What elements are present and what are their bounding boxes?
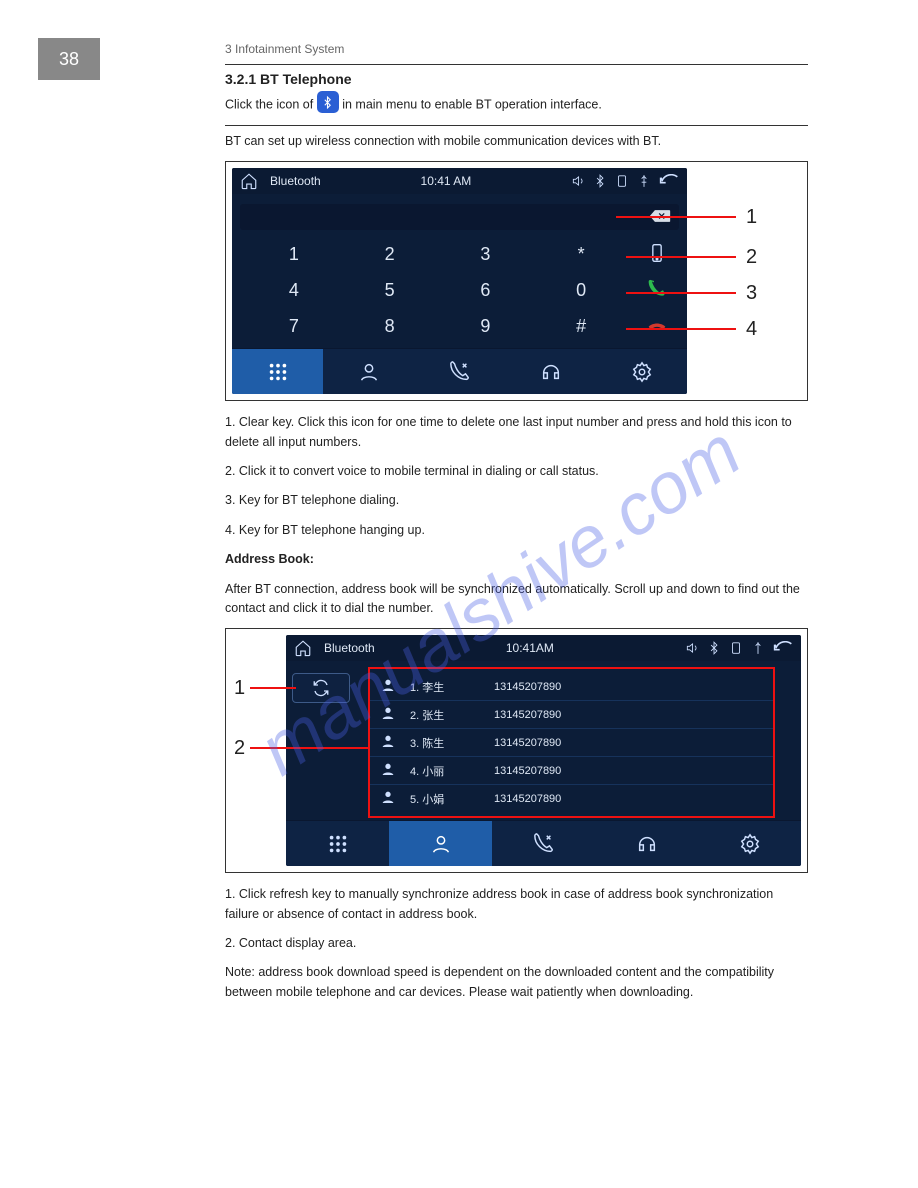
key-2[interactable]: 2 [385, 244, 395, 265]
nav-contacts[interactable] [389, 821, 492, 866]
key-5[interactable]: 5 [385, 280, 395, 301]
key-6[interactable]: 6 [480, 280, 490, 301]
nav-settings[interactable] [596, 349, 687, 394]
person-icon [380, 761, 396, 780]
key-0[interactable]: 0 [576, 280, 586, 301]
bottom-nav [286, 820, 801, 866]
contact-row[interactable]: 2. 张生 13145207890 [370, 701, 773, 729]
contact-number: 13145207890 [494, 765, 561, 777]
callout-label-2: 2 [234, 737, 245, 760]
bluetooth-icon [317, 91, 339, 113]
callout-label-3: 3 [746, 282, 757, 305]
page-number-badge: 38 [38, 38, 100, 80]
nav-call-log[interactable] [414, 349, 505, 394]
key-8[interactable]: 8 [385, 316, 395, 337]
person-icon [380, 705, 396, 724]
fig1-legend-3: 3. Key for BT telephone dialing. [225, 491, 808, 510]
address-book-para: After BT connection, address book will b… [225, 580, 808, 619]
key-4[interactable]: 4 [289, 280, 299, 301]
key-7[interactable]: 7 [289, 316, 299, 337]
device-screen-contacts: Bluetooth 10:41AM [286, 635, 801, 866]
callout-label-1: 1 [234, 677, 245, 700]
divider [225, 64, 808, 65]
callout-line [250, 687, 296, 689]
status-time: 10:41 AM [421, 174, 472, 188]
status-bar: Bluetooth 10:41AM [286, 635, 801, 661]
back-icon[interactable] [659, 174, 679, 188]
callout-line [250, 747, 370, 749]
phone-device-icon[interactable] [647, 243, 667, 266]
number-display [240, 204, 679, 230]
back-icon[interactable] [773, 641, 793, 655]
nav-contacts[interactable] [323, 349, 414, 394]
bluetooth-status-icon [593, 174, 607, 188]
person-icon [380, 677, 396, 696]
home-icon[interactable] [240, 172, 258, 190]
nav-bt-music[interactable] [595, 821, 698, 866]
key-1[interactable]: 1 [289, 244, 299, 265]
status-bar: Bluetooth 10:41 AM [232, 168, 687, 194]
usb-icon [751, 641, 765, 655]
contact-number: 13145207890 [494, 737, 561, 749]
contact-number: 13145207890 [494, 681, 561, 693]
person-icon [380, 733, 396, 752]
callout-line [626, 328, 736, 330]
contact-row[interactable]: 3. 陈生 13145207890 [370, 729, 773, 757]
volume-icon [685, 641, 699, 655]
nav-call-log[interactable] [492, 821, 595, 866]
contact-row[interactable]: 5. 小娟 13145207890 [370, 785, 773, 812]
section-heading: 3.2.1 BT Telephone [225, 71, 352, 87]
fig2-legend-2: 2. Contact display area. [225, 934, 808, 953]
contact-row[interactable]: 4. 小丽 13145207890 [370, 757, 773, 785]
key-star[interactable]: * [578, 244, 585, 265]
callout-line [626, 256, 736, 258]
fig1-legend-4: 4. Key for BT telephone hanging up. [225, 521, 808, 540]
intro-para: BT can set up wireless connection with m… [225, 132, 808, 151]
dial-keypad: 1 2 3 * 4 5 6 0 7 8 9 # [240, 236, 635, 344]
person-icon [380, 789, 396, 808]
key-3[interactable]: 3 [480, 244, 490, 265]
callout-line [616, 216, 736, 218]
call-dial-icon[interactable] [647, 279, 667, 302]
key-9[interactable]: 9 [480, 316, 490, 337]
figure-contacts: Bluetooth 10:41AM [225, 628, 808, 873]
volume-icon [571, 174, 585, 188]
figure-dialpad: Bluetooth 10:41 AM [225, 161, 808, 401]
callout-label-2: 2 [746, 246, 757, 269]
contact-number: 13145207890 [494, 793, 561, 805]
address-book-heading: Address Book: [225, 550, 808, 569]
divider [225, 125, 808, 126]
key-hash[interactable]: # [576, 316, 586, 337]
status-title: Bluetooth [324, 641, 375, 655]
contact-row[interactable]: 1. 李生 13145207890 [370, 673, 773, 701]
nav-settings[interactable] [698, 821, 801, 866]
fig2-note: Note: address book download speed is dep… [225, 963, 808, 1002]
status-title: Bluetooth [270, 174, 321, 188]
fig1-legend-1: 1. Clear key. Click this icon for one ti… [225, 413, 808, 452]
battery-icon [729, 641, 743, 655]
nav-dialpad[interactable] [286, 821, 389, 866]
contact-number: 13145207890 [494, 709, 561, 721]
bottom-nav [232, 348, 687, 394]
fig1-legend-2: 2. Click it to convert voice to mobile t… [225, 462, 808, 481]
sync-button[interactable] [292, 673, 350, 703]
fig2-legend-1: 1. Click refresh key to manually synchro… [225, 885, 808, 924]
scrollbar[interactable] [781, 667, 795, 818]
chapter-label: 3 Infotainment System [225, 42, 808, 60]
nav-bt-music[interactable] [505, 349, 596, 394]
battery-icon [615, 174, 629, 188]
intro-line: Click the icon of in main menu to enable… [225, 91, 808, 115]
contact-list[interactable]: 1. 李生 13145207890 2. 张生 13145207890 3. 陈… [368, 667, 775, 818]
device-screen-dialpad: Bluetooth 10:41 AM [232, 168, 687, 394]
bluetooth-status-icon [707, 641, 721, 655]
usb-icon [637, 174, 651, 188]
home-icon[interactable] [294, 639, 312, 657]
nav-dialpad[interactable] [232, 349, 323, 394]
callout-label-4: 4 [746, 318, 757, 341]
status-time: 10:41AM [506, 641, 554, 655]
page-number: 38 [59, 49, 79, 70]
callout-label-1: 1 [746, 206, 757, 229]
call-hangup-icon[interactable] [647, 315, 667, 338]
callout-line [626, 292, 736, 294]
